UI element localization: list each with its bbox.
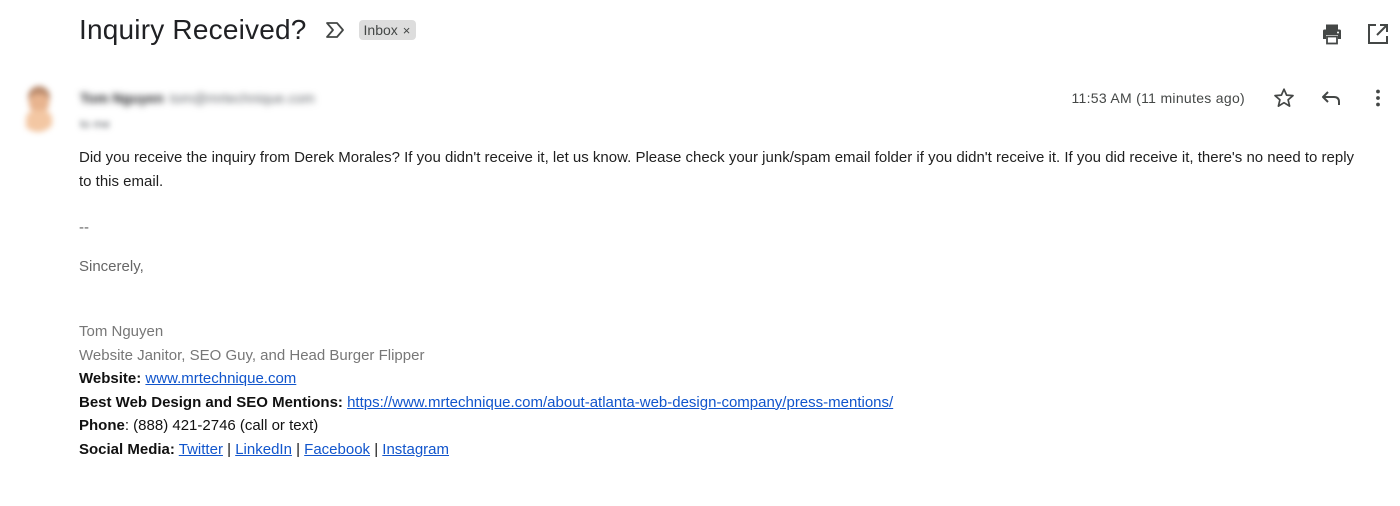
phone-value: : (888) 421-2746 (call or text) — [124, 417, 319, 435]
important-marker-icon[interactable] — [323, 18, 347, 42]
more-vertical-icon[interactable] — [1366, 86, 1390, 110]
mentions-link[interactable]: https://www.mrtechnique.com/about-atlant… — [347, 394, 893, 411]
sender-avatar[interactable] — [18, 84, 58, 132]
sender-info: Tom Nguyen tom@mrtechnique.com — [80, 90, 315, 106]
signature-name: Tom Nguyen — [79, 323, 164, 340]
print-icon[interactable] — [1320, 22, 1344, 46]
reply-icon[interactable] — [1319, 86, 1343, 110]
remove-label-button[interactable]: × — [403, 23, 411, 38]
phone-label: Phone — [79, 417, 125, 435]
star-icon[interactable] — [1272, 86, 1296, 110]
message-meta: 11:53 AM (11 minutes ago) — [1071, 86, 1390, 110]
open-in-new-window-icon[interactable] — [1366, 22, 1390, 46]
message-timestamp: 11:53 AM (11 minutes ago) — [1071, 90, 1245, 106]
top-actions — [1320, 22, 1390, 46]
social-separator: | — [296, 440, 300, 458]
website-label: Website: — [79, 370, 142, 388]
signature-title: Website Janitor, SEO Guy, and Head Burge… — [79, 346, 425, 364]
subject-row: Inquiry Received? Inbox × — [79, 14, 417, 46]
recipient-line[interactable]: to me — [80, 117, 110, 131]
signature-block: Tom Nguyen Website Janitor, SEO Guy, and… — [79, 320, 893, 462]
sender-name[interactable]: Tom Nguyen — [80, 90, 164, 106]
mentions-label: Best Web Design and SEO Mentions: — [79, 393, 343, 411]
email-view: Inquiry Received? Inbox × Tom Nguyen tom… — [0, 0, 1400, 506]
signature-social-line: Social Media: Twitter | LinkedIn | Faceb… — [79, 438, 893, 462]
email-body: Did you receive the inquiry from Derek M… — [79, 149, 1355, 190]
signature-website-line: Website: www.mrtechnique.com — [79, 367, 893, 391]
social-link-twitter[interactable]: Twitter — [179, 441, 223, 458]
email-subject: Inquiry Received? — [79, 14, 307, 45]
sender-email: tom@mrtechnique.com — [169, 90, 315, 106]
social-separator: | — [374, 440, 379, 458]
website-link[interactable]: www.mrtechnique.com — [145, 370, 296, 387]
signature-separator: -- — [79, 219, 89, 236]
social-link-facebook[interactable]: Facebook — [304, 441, 370, 458]
label-chip-text: Inbox — [363, 22, 398, 38]
social-label: Social Media: — [79, 440, 175, 458]
social-link-instagram[interactable]: Instagram — [382, 441, 449, 458]
social-link-linkedin[interactable]: LinkedIn — [235, 441, 292, 458]
signature-closing: Sincerely, — [79, 258, 144, 275]
signature-phone-line: Phone: (888) 421-2746 (call or text) — [79, 414, 893, 438]
inbox-label-chip[interactable]: Inbox × — [358, 20, 417, 40]
signature-mentions-line: Best Web Design and SEO Mentions: https:… — [79, 391, 893, 415]
social-separator: | — [227, 440, 232, 458]
